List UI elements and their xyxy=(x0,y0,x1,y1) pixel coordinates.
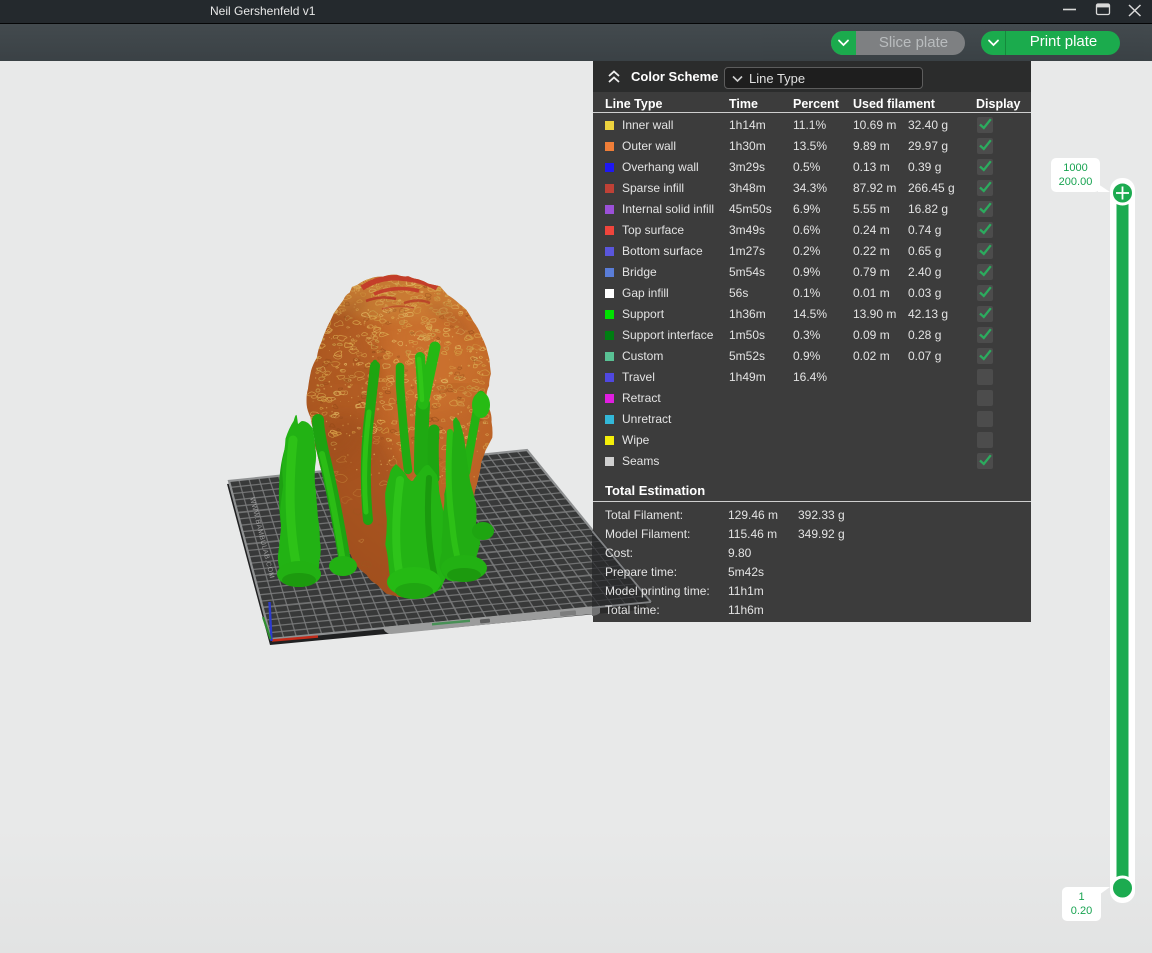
svg-text:0.20: 0.20 xyxy=(1071,905,1092,917)
svg-text:200.00: 200.00 xyxy=(1059,176,1093,188)
svg-text:1000: 1000 xyxy=(1063,162,1087,174)
svg-text:1: 1 xyxy=(1078,891,1084,903)
